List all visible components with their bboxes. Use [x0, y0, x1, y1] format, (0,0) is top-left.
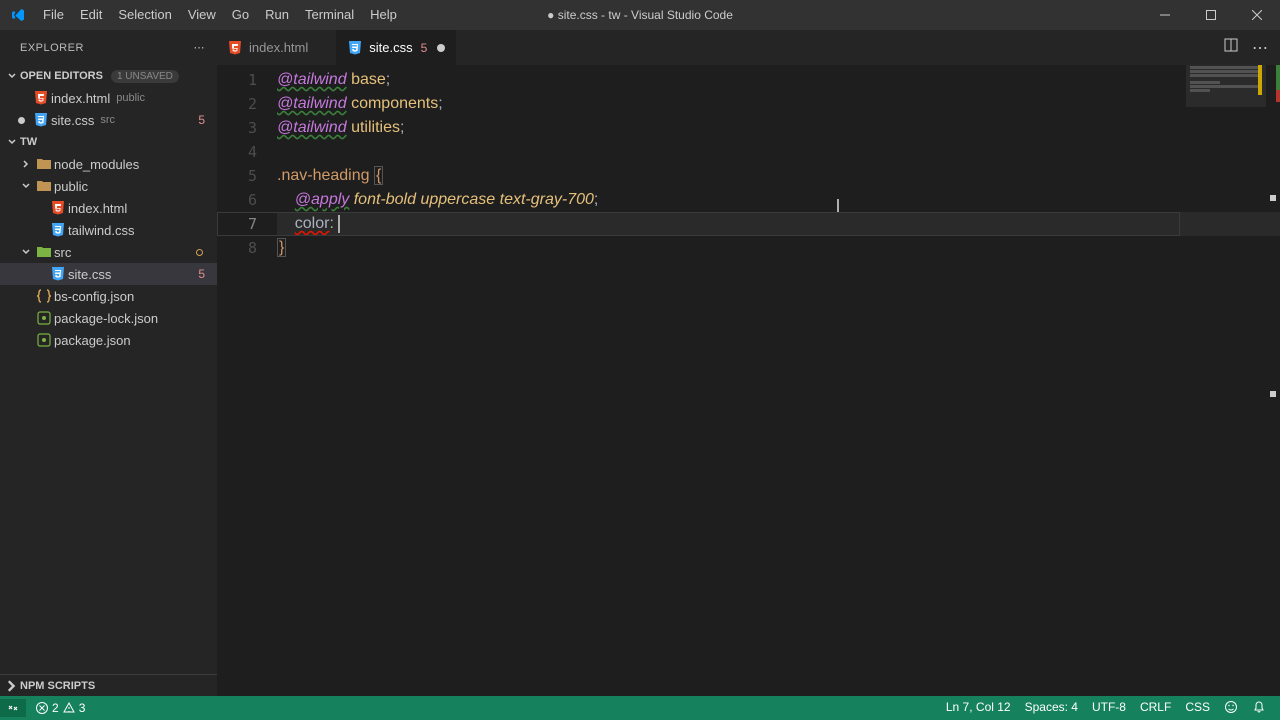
tree-item[interactable]: package-lock.json	[0, 307, 217, 329]
menu-terminal[interactable]: Terminal	[297, 0, 362, 30]
tree-item[interactable]: tailwind.css	[0, 219, 217, 241]
menu-edit[interactable]: Edit	[72, 0, 110, 30]
tree-item[interactable]: public	[0, 175, 217, 197]
tree-item[interactable]: index.html	[0, 197, 217, 219]
status-language[interactable]: CSS	[1185, 700, 1210, 717]
menu-file[interactable]: File	[35, 0, 72, 30]
status-encoding[interactable]: UTF-8	[1092, 700, 1126, 717]
status-eol[interactable]: CRLF	[1140, 700, 1171, 717]
split-editor-icon[interactable]	[1224, 38, 1238, 57]
problems-button[interactable]: 2 3	[32, 701, 88, 715]
tree-item[interactable]: bs-config.json	[0, 285, 217, 307]
remote-button[interactable]	[0, 699, 26, 717]
tree-item[interactable]: package.json	[0, 329, 217, 351]
explorer-more-icon[interactable]: ⋯	[194, 41, 206, 54]
scrollbar[interactable]	[1266, 65, 1280, 696]
menu-go[interactable]: Go	[224, 0, 257, 30]
open-editors-label: OPEN EDITORS	[20, 70, 103, 82]
editor-more-icon[interactable]: ⋯	[1252, 38, 1268, 58]
npm-scripts-label: NPM SCRIPTS	[20, 680, 95, 692]
window-title: ● site.css - tw - Visual Studio Code	[547, 8, 733, 22]
root-label: TW	[20, 136, 37, 148]
editor-tabs: index.htmlsite.css5 ⋯	[217, 30, 1280, 65]
explorer-header: EXPLORER ⋯	[0, 30, 217, 65]
open-editor-item[interactable]: site.csssrc5	[0, 109, 217, 131]
explorer-title: EXPLORER	[20, 42, 84, 54]
editor-tab[interactable]: site.css5	[337, 30, 456, 65]
main-menu: FileEditSelectionViewGoRunTerminalHelp	[35, 0, 405, 30]
code-editor[interactable]: 12345678 @tailwind base;@tailwind compon…	[217, 65, 1280, 696]
status-ln-col[interactable]: Ln 7, Col 12	[946, 700, 1011, 717]
status-bar: 2 3 Ln 7, Col 12 Spaces: 4 UTF-8 CRLF CS…	[0, 696, 1280, 720]
minimize-button[interactable]	[1142, 0, 1188, 30]
menu-help[interactable]: Help	[362, 0, 405, 30]
editor-tab[interactable]: index.html	[217, 30, 337, 65]
status-feedback-icon[interactable]	[1224, 700, 1238, 717]
tab-actions: ⋯	[1224, 30, 1280, 65]
minimap[interactable]	[1186, 65, 1266, 696]
menu-view[interactable]: View	[180, 0, 224, 30]
open-editors-section[interactable]: OPEN EDITORS 1 UNSAVED	[0, 65, 217, 87]
open-editor-item[interactable]: index.htmlpublic	[0, 87, 217, 109]
status-spaces[interactable]: Spaces: 4	[1025, 700, 1078, 717]
tree-item[interactable]: node_modules	[0, 153, 217, 175]
vscode-logo-icon	[0, 7, 35, 23]
menu-selection[interactable]: Selection	[110, 0, 179, 30]
status-bell-icon[interactable]	[1252, 700, 1266, 717]
npm-scripts-section[interactable]: NPM SCRIPTS	[0, 674, 217, 696]
project-root[interactable]: TW	[0, 131, 217, 153]
window-controls	[1142, 0, 1280, 30]
title-bar: FileEditSelectionViewGoRunTerminalHelp ●…	[0, 0, 1280, 30]
menu-run[interactable]: Run	[257, 0, 297, 30]
editor-area: index.htmlsite.css5 ⋯ 12345678 @tailwind…	[217, 30, 1280, 696]
tree-item[interactable]: site.css5	[0, 263, 217, 285]
explorer-sidebar: EXPLORER ⋯ OPEN EDITORS 1 UNSAVED index.…	[0, 30, 217, 696]
maximize-button[interactable]	[1188, 0, 1234, 30]
close-button[interactable]	[1234, 0, 1280, 30]
tree-item[interactable]: src	[0, 241, 217, 263]
unsaved-badge: 1 UNSAVED	[111, 70, 179, 83]
